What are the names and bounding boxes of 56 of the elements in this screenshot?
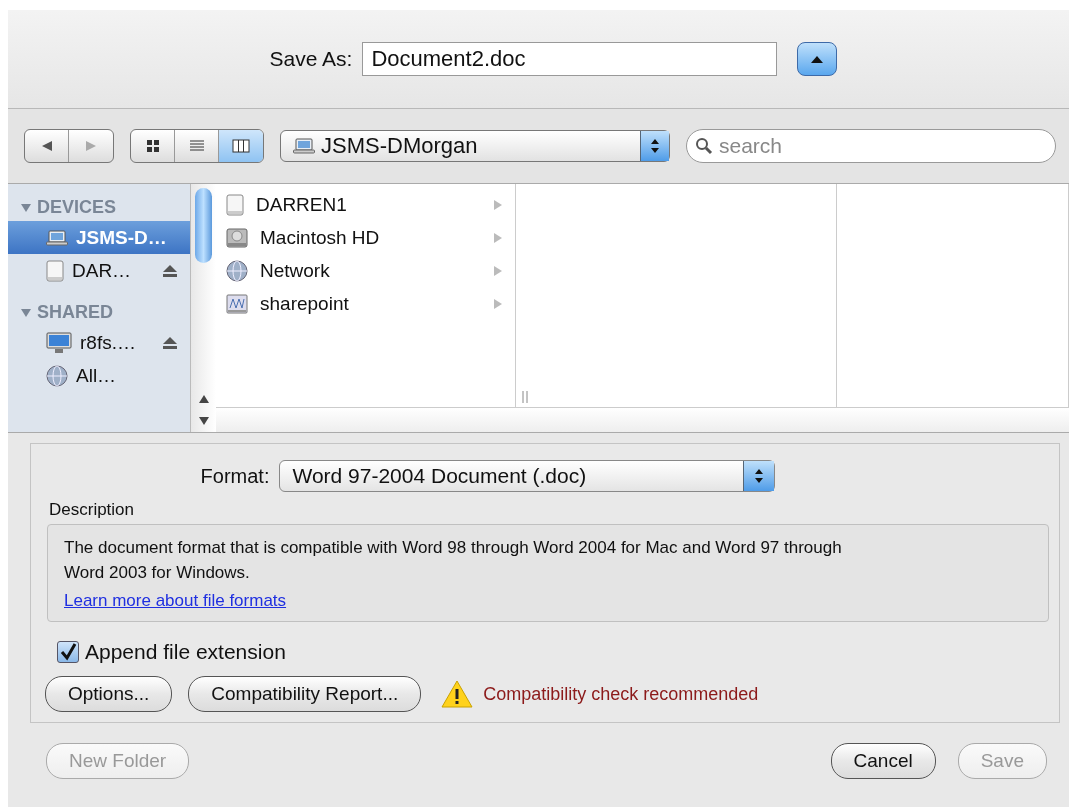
- eject-icon[interactable]: [162, 335, 178, 350]
- column-view-button[interactable]: [219, 130, 263, 162]
- chevron-icon: [493, 264, 503, 277]
- triangle-up-icon: [810, 54, 825, 64]
- search-icon: [695, 137, 713, 155]
- section-heading: DEVICES: [37, 197, 117, 218]
- monitor-icon: [46, 331, 72, 354]
- description-text: The document format that is compatible with Word 98 through Word 2004 for Mac and Word 97 through Word 2003 for Windows.: [64, 537, 843, 584]
- sidebar-item[interactable]: JSMS-D…: [8, 221, 190, 254]
- warning-message: Compatibility check recommended: [483, 683, 759, 705]
- chevron-icon: [493, 297, 503, 310]
- stepper-icon: [743, 461, 775, 491]
- stepper-icon: [640, 131, 669, 161]
- list-icon: [188, 139, 205, 153]
- globe-icon: [226, 259, 248, 282]
- chevron-icon: [493, 198, 503, 211]
- horizontal-scrollbar[interactable]: [216, 407, 1069, 432]
- chevron-icon: [493, 231, 503, 244]
- forward-arrow-icon: [85, 140, 97, 152]
- grid-icon: [145, 139, 160, 153]
- drive-icon: [226, 193, 244, 216]
- checkbox[interactable]: [57, 641, 79, 663]
- file-list-item[interactable]: Macintosh HD: [216, 221, 515, 254]
- location-popup[interactable]: JSMS-DMorgan: [280, 130, 670, 162]
- cancel-button[interactable]: Cancel: [830, 743, 936, 779]
- expand-button[interactable]: [797, 42, 838, 76]
- drive-icon: [46, 259, 64, 282]
- save-as-label: Save As:: [269, 47, 353, 71]
- sidebar-item[interactable]: DAR…: [8, 254, 190, 287]
- sidebar-item[interactable]: r8fs.…: [8, 326, 190, 359]
- disclosure-icon[interactable]: [20, 202, 32, 213]
- file-name-field[interactable]: Document2.doc: [362, 42, 778, 76]
- laptop-icon: [293, 138, 315, 154]
- globe-icon: [46, 364, 68, 387]
- resize-handle-icon[interactable]: [522, 391, 528, 403]
- server-icon: [226, 292, 248, 315]
- format-label: Format:: [200, 464, 270, 488]
- checkbox-label: Append file extension: [85, 640, 286, 664]
- description-heading: Description: [49, 500, 136, 520]
- sidebar-item[interactable]: All…: [8, 359, 190, 392]
- compatibility-report-button[interactable]: Compatibility Report...: [188, 676, 422, 712]
- laptop-icon: [46, 229, 68, 246]
- section-heading: SHARED: [37, 302, 113, 323]
- search-field[interactable]: search: [686, 129, 1056, 163]
- file-list-item[interactable]: DARREN1: [216, 188, 515, 221]
- file-list-item[interactable]: sharepoint: [216, 287, 515, 320]
- file-formats-link[interactable]: Learn more about file formats: [64, 591, 287, 611]
- disclosure-icon[interactable]: [20, 307, 32, 318]
- format-popup[interactable]: Word 97-2004 Document (.doc): [279, 460, 776, 492]
- eject-icon[interactable]: [162, 263, 178, 278]
- warning-icon: [441, 680, 474, 708]
- options-button[interactable]: Options...: [45, 676, 173, 712]
- back-arrow-icon: [40, 140, 53, 152]
- columns-icon: [232, 139, 250, 153]
- scrollbar-thumb[interactable]: [195, 188, 212, 263]
- file-list-item[interactable]: Network: [216, 254, 515, 287]
